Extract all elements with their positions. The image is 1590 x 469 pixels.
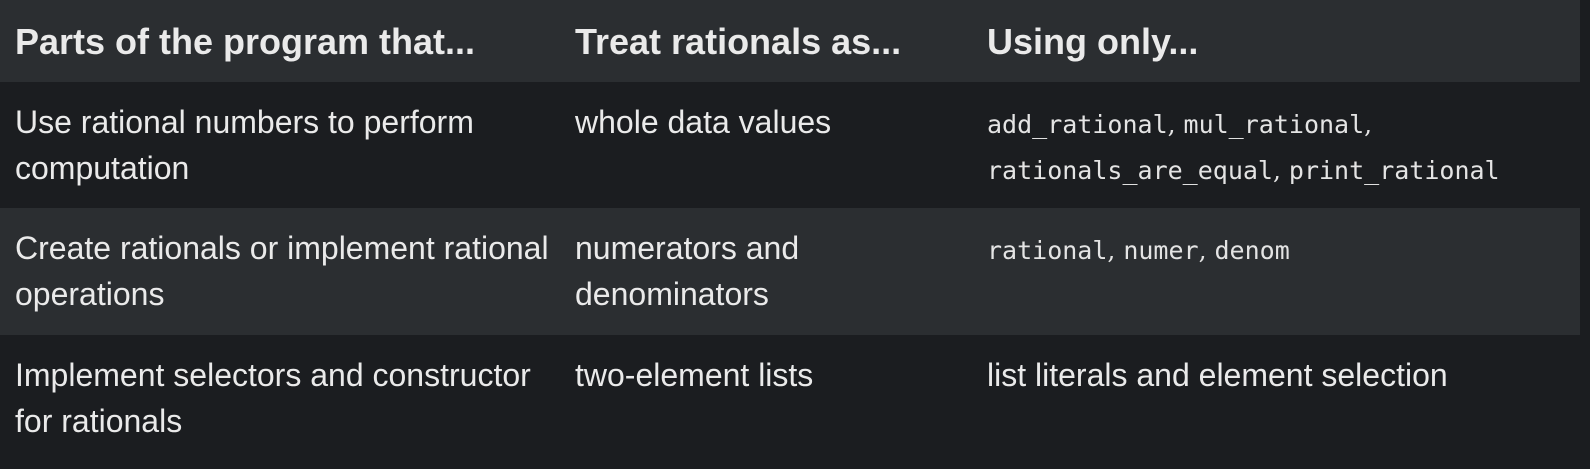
- table-cell-parts: Create rationals or implement rational o…: [15, 230, 549, 312]
- table-row: Use rational numbers to perform computat…: [0, 82, 1580, 208]
- code-function-name: denom: [1214, 236, 1290, 265]
- code-function-name: numer: [1123, 236, 1199, 265]
- table-cell-treat-as: two-element lists: [575, 357, 814, 393]
- code-function-name: print_rational: [1288, 156, 1500, 185]
- code-function-name: mul_rational: [1183, 110, 1365, 139]
- table-cell-parts: Use rational numbers to perform computat…: [15, 104, 474, 186]
- column-header-treat-as: Treat rationals as...: [575, 21, 902, 62]
- table-header-row: Parts of the program that... Treat ratio…: [0, 0, 1580, 82]
- column-header-using: Using only...: [987, 21, 1199, 62]
- table-cell-using: rational, numer, denom: [987, 236, 1290, 265]
- code-function-name: add_rational: [987, 110, 1168, 139]
- table-cell-treat-as: whole data values: [575, 104, 832, 140]
- abstraction-barrier-table: Parts of the program that... Treat ratio…: [0, 0, 1580, 469]
- table-cell-using: add_rational, mul_rational, rationals_are…: [987, 110, 1500, 185]
- code-function-name: rationals_are_equal: [987, 156, 1273, 185]
- code-function-name: rational: [987, 236, 1108, 265]
- table-cell-parts: Implement selectors and constructor for …: [15, 357, 531, 439]
- table-row: Implement selectors and constructor for …: [0, 335, 1580, 469]
- table-cell-treat-as: numerators and denominators: [575, 230, 800, 312]
- table-row: Create rationals or implement rational o…: [0, 208, 1580, 335]
- column-header-parts: Parts of the program that...: [15, 21, 476, 62]
- table-cell-using: list literals and element selection: [987, 357, 1448, 393]
